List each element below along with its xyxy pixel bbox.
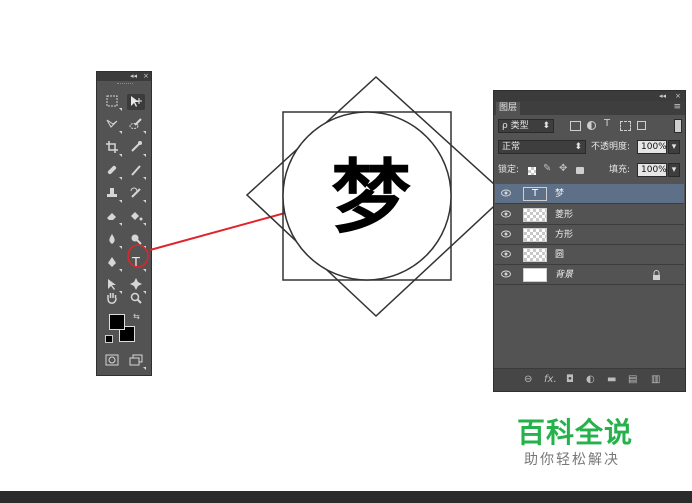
close-icon[interactable]: × xyxy=(675,91,681,101)
filter-kind-dropdown[interactable]: ρ 类型 ⬍ xyxy=(498,119,554,133)
quick-mask-icon[interactable] xyxy=(103,353,121,369)
panel-grip[interactable] xyxy=(117,83,133,86)
layers-tab-row: 图层 ≡ xyxy=(494,101,685,115)
layers-panel: ◂◂ × 图层 ≡ ρ 类型 ⬍ T 正常 ⬍ 不透明度: 100% ▾ 锁定: ✎… xyxy=(493,90,686,392)
fill-label: 填充: xyxy=(609,165,631,175)
tab-layers[interactable]: 图层 xyxy=(496,102,521,115)
collapse-icon[interactable]: ◂◂ xyxy=(659,91,666,101)
highlight-circle xyxy=(127,244,149,268)
visibility-eye-icon[interactable] xyxy=(501,188,511,198)
filter-toggle-icon[interactable] xyxy=(674,119,682,133)
visibility-eye-icon[interactable] xyxy=(501,229,511,239)
fill-input[interactable]: 100% xyxy=(637,163,667,177)
blend-mode-dropdown[interactable]: 正常 ⬍ xyxy=(498,140,586,154)
layer-name[interactable]: 方形 xyxy=(555,225,573,245)
fill-dropdown-button[interactable]: ▾ xyxy=(668,163,680,177)
layer-thumbnail xyxy=(523,248,547,262)
delete-layer-icon[interactable]: ▥ xyxy=(651,374,660,386)
layer-name[interactable]: 背景 xyxy=(555,265,573,285)
add-mask-icon[interactable]: ◘ xyxy=(566,374,574,386)
filter-adjustment-icon[interactable] xyxy=(587,121,596,130)
blur-tool-icon[interactable] xyxy=(103,232,122,249)
watermark-title: 百科全说 xyxy=(517,416,634,449)
layers-footer: ⊖ fx. ◘ ◐ ▬ ▤ ▥ xyxy=(494,368,685,391)
move-tool-icon[interactable] xyxy=(127,94,145,110)
marquee-tool-icon[interactable] xyxy=(103,94,122,111)
layer-row[interactable]: 圆 xyxy=(495,245,684,265)
tools-panel-header: ◂◂ × xyxy=(97,72,151,81)
opacity-label: 不透明度: xyxy=(591,142,631,152)
eraser-tool-icon[interactable] xyxy=(103,209,122,226)
artwork-text: 梦 xyxy=(331,151,411,244)
opacity-dropdown-button[interactable]: ▾ xyxy=(668,140,680,154)
layer-row[interactable]: T 梦 xyxy=(495,184,684,204)
background-layer-thumbnail xyxy=(523,268,547,282)
layer-name[interactable]: 圆 xyxy=(555,245,564,265)
fx-icon[interactable]: fx. xyxy=(544,374,557,386)
layer-row[interactable]: 背景 xyxy=(495,265,684,285)
foreground-color-swatch[interactable] xyxy=(109,314,125,330)
layer-name[interactable]: 菱形 xyxy=(555,205,573,225)
lock-transparent-icon[interactable] xyxy=(528,167,536,175)
adjustment-layer-icon[interactable]: ◐ xyxy=(586,374,595,386)
healing-brush-tool-icon[interactable] xyxy=(103,163,122,180)
layer-name[interactable]: 梦 xyxy=(555,184,564,204)
lock-position-icon[interactable]: ✥ xyxy=(559,163,567,174)
layer-row[interactable]: 方形 xyxy=(495,225,684,245)
lock-all-icon[interactable] xyxy=(576,167,584,174)
screen-mode-icon[interactable] xyxy=(127,353,146,370)
visibility-eye-icon[interactable] xyxy=(501,269,511,279)
lasso-tool-icon[interactable] xyxy=(103,117,122,134)
filter-pixel-icon[interactable] xyxy=(570,121,581,131)
zoom-tool-icon[interactable] xyxy=(127,291,145,307)
text-layer-thumbnail: T xyxy=(523,187,547,201)
visibility-eye-icon[interactable] xyxy=(501,249,511,259)
close-icon[interactable]: × xyxy=(143,72,149,81)
default-colors-icon[interactable] xyxy=(105,335,113,343)
layers-panel-header: ◂◂ × xyxy=(494,91,685,101)
filter-shape-icon[interactable] xyxy=(620,121,631,131)
bottom-strip xyxy=(0,491,692,503)
link-layers-icon[interactable]: ⊖ xyxy=(524,374,532,386)
layer-thumbnail xyxy=(523,208,547,222)
filter-smart-object-icon[interactable] xyxy=(637,121,646,130)
watermark-subtitle: 助你轻松解决 xyxy=(524,452,620,468)
lock-pixels-icon[interactable]: ✎ xyxy=(543,163,551,174)
collapse-icon[interactable]: ◂◂ xyxy=(130,72,137,81)
brush-tool-icon[interactable] xyxy=(127,163,146,180)
pen-tool-icon[interactable] xyxy=(103,255,122,272)
opacity-input[interactable]: 100% xyxy=(637,140,667,154)
crop-tool-icon[interactable] xyxy=(103,140,122,157)
filter-type-icon[interactable]: T xyxy=(604,118,610,129)
layer-thumbnail xyxy=(523,228,547,242)
lock-label: 锁定: xyxy=(498,165,520,175)
hand-tool-icon[interactable] xyxy=(103,291,121,307)
swap-colors-icon[interactable]: ⇆ xyxy=(133,312,140,321)
panel-menu-icon[interactable]: ≡ xyxy=(673,101,681,114)
new-layer-icon[interactable]: ▤ xyxy=(628,374,637,386)
lock-icon xyxy=(653,270,660,280)
visibility-eye-icon[interactable] xyxy=(501,209,511,219)
clone-stamp-tool-icon[interactable] xyxy=(103,186,122,203)
layer-row[interactable]: 菱形 xyxy=(495,205,684,225)
new-group-icon[interactable]: ▬ xyxy=(607,374,616,386)
eyedropper-tool-icon[interactable] xyxy=(127,140,146,157)
quick-selection-tool-icon[interactable] xyxy=(127,117,146,134)
